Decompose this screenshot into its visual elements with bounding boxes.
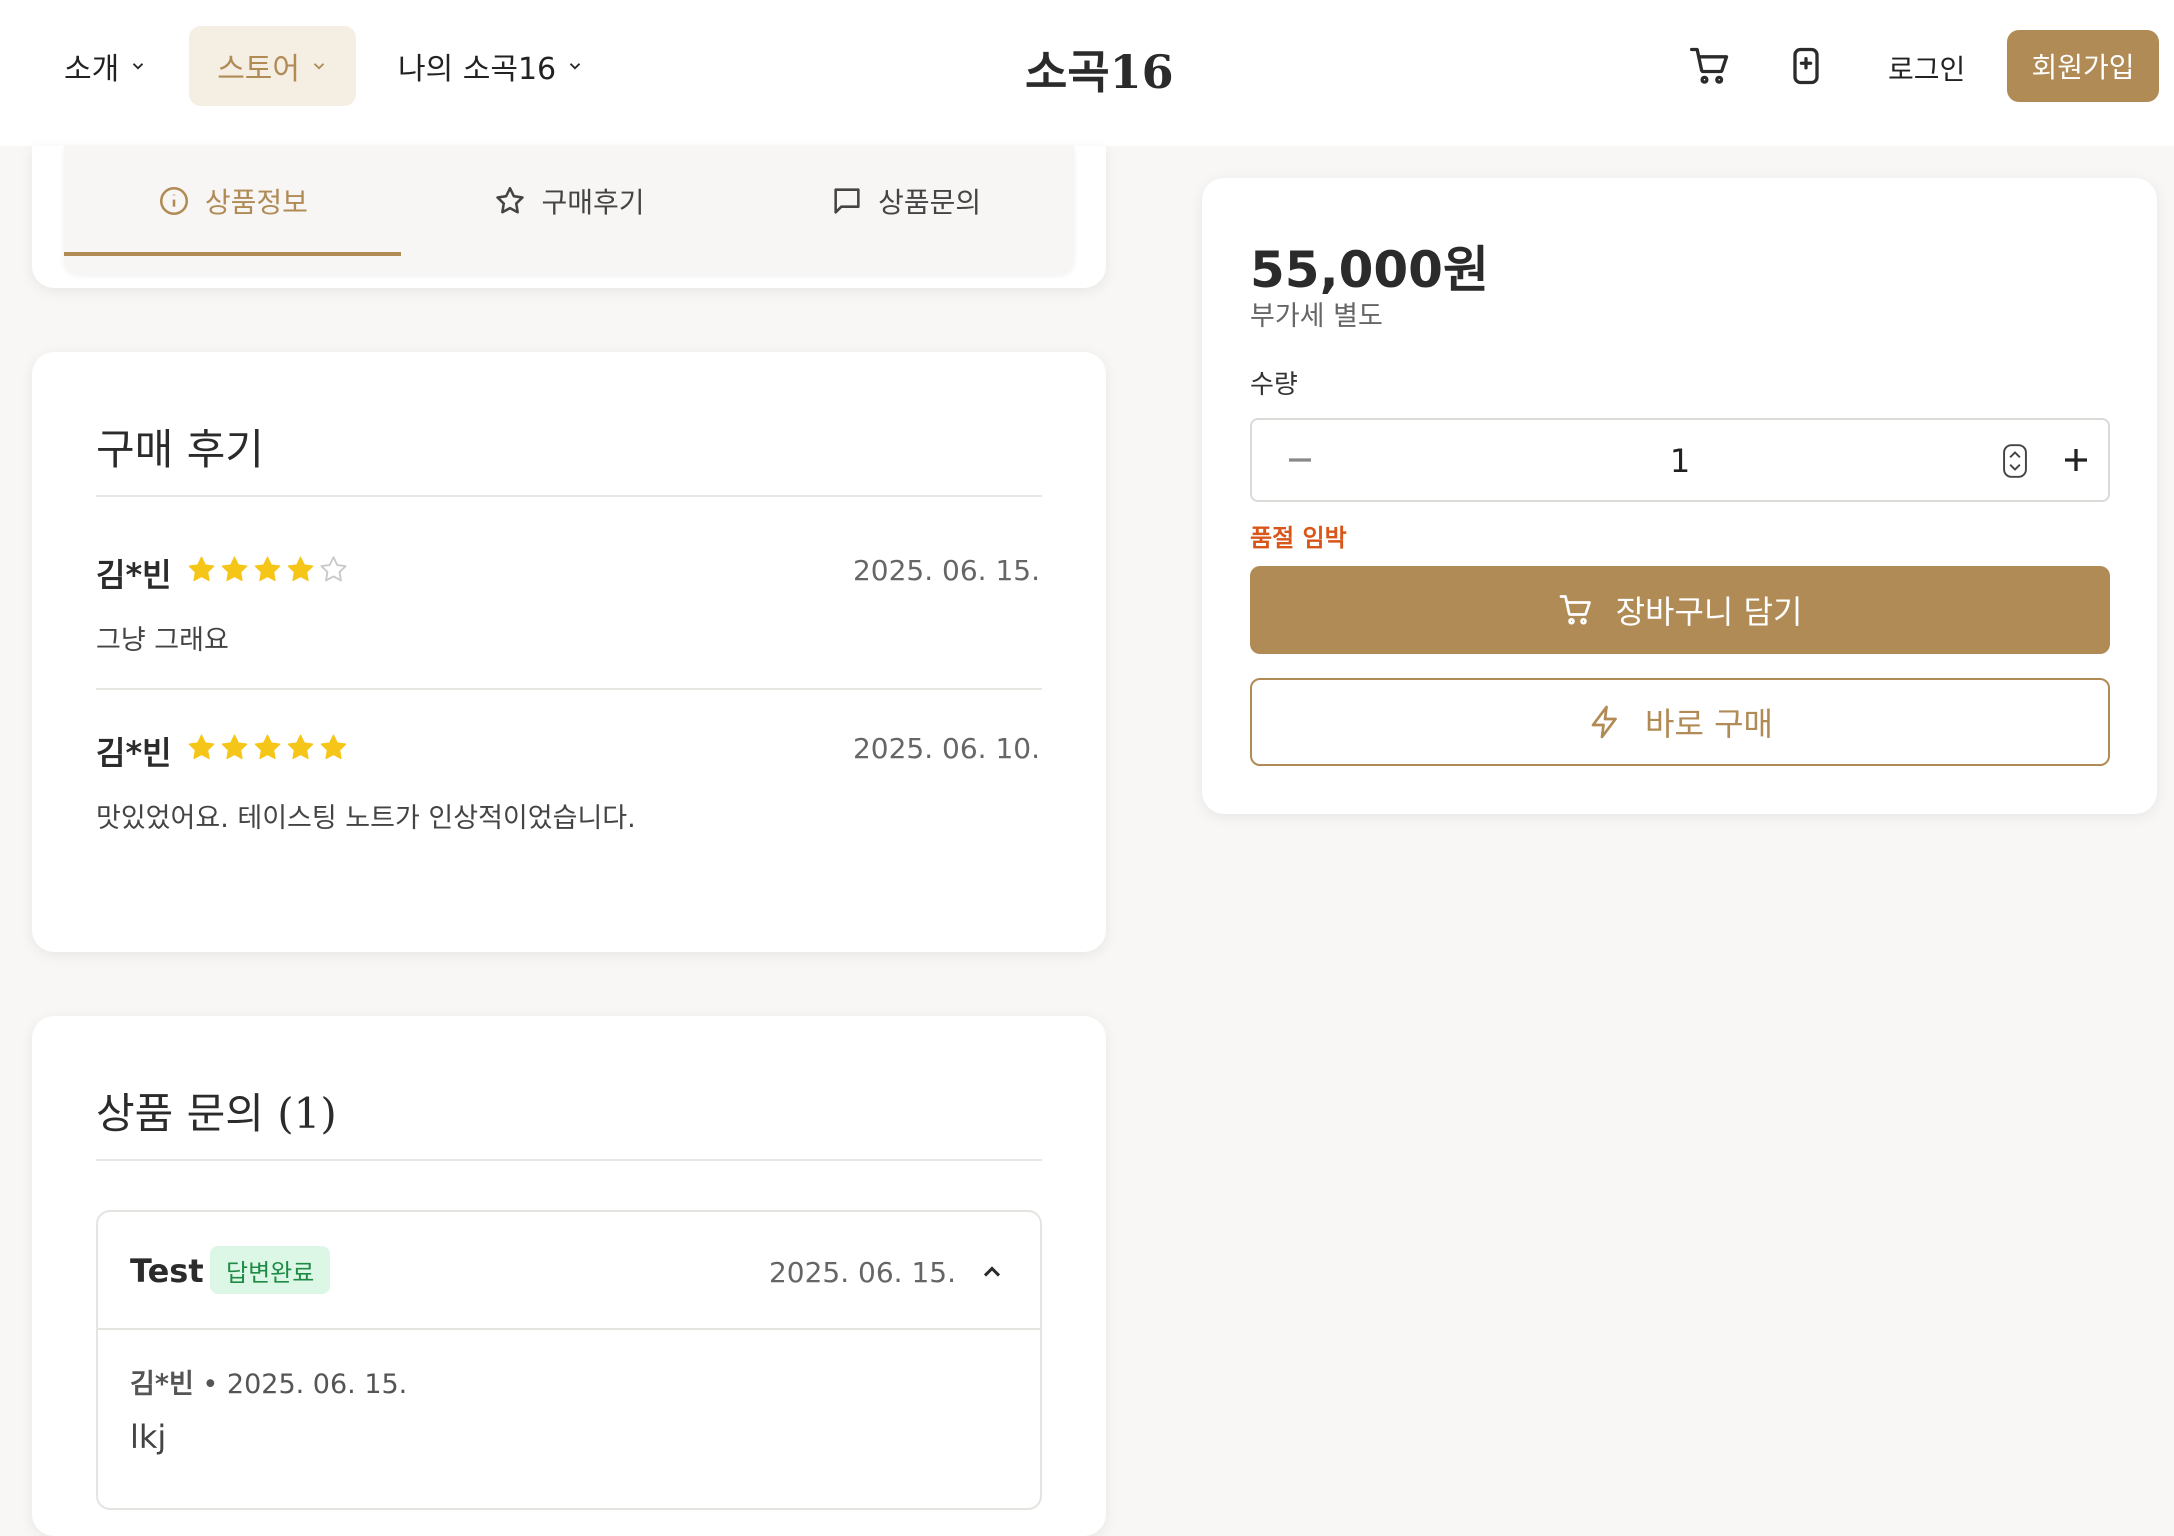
- review-author: 김*빈: [96, 734, 172, 772]
- review-text: 그냥 그래요: [96, 625, 229, 656]
- inquiry-header[interactable]: Test 답변완료 2025. 06. 15.: [98, 1212, 1040, 1330]
- main-nav: 소개 스토어 나의 소곡16: [36, 26, 612, 106]
- review-author: 김*빈: [96, 556, 172, 594]
- tab-product-info[interactable]: 상품정보: [64, 146, 401, 256]
- nav-item-label: 나의 소곡16: [398, 52, 557, 87]
- login-link[interactable]: 로그인: [1888, 48, 1965, 88]
- status-badge: 답변완료: [210, 1246, 331, 1294]
- inquiry-item: Test 답변완료 2025. 06. 15. 김*빈 • 2025. 06. …: [96, 1210, 1042, 1510]
- inquiries-card: 상품 문의 (1) Test 답변완료 2025. 06. 15. 김*빈 • …: [32, 1016, 1106, 1536]
- star-filled-icon: [188, 556, 215, 582]
- star-filled-icon: [287, 734, 314, 760]
- review-date: 2025. 06. 15.: [852, 554, 1040, 587]
- tab-label: 상품문의: [878, 186, 982, 219]
- top-header: 소개 스토어 나의 소곡16 소곡16 로그인 회원가입: [0, 0, 2174, 146]
- star-filled-icon: [254, 556, 281, 582]
- star-rating: [186, 554, 349, 585]
- inquiry-meta-date: 2025. 06. 15.: [226, 1369, 408, 1400]
- cart-icon: [1559, 595, 1591, 625]
- star-outline-icon: [496, 186, 525, 214]
- star-empty-icon: [320, 556, 347, 582]
- chevron-down-icon: [313, 63, 325, 70]
- cart-icon[interactable]: [1688, 44, 1732, 88]
- divider: [96, 495, 1042, 497]
- bottle-icon[interactable]: [1784, 44, 1828, 88]
- spinner-icon[interactable]: [2002, 444, 2028, 478]
- nav-item-intro[interactable]: 소개: [36, 26, 175, 106]
- price: 55,000원: [1250, 241, 1489, 299]
- chevron-up-icon[interactable]: [978, 1258, 1006, 1286]
- quantity-input[interactable]: 1: [1252, 442, 2108, 480]
- tab-reviews[interactable]: 구매후기: [401, 146, 738, 256]
- inquiry-title: Test: [130, 1252, 204, 1290]
- purchase-card: 55,000원 부가세 별도 수량 1 품절 임박 장바구니 담기 바로 구매: [1202, 178, 2157, 814]
- buy-now-button[interactable]: 바로 구매: [1250, 678, 2110, 766]
- tab-label: 상품정보: [204, 186, 308, 219]
- divider: [96, 1159, 1042, 1161]
- chevron-down-icon: [133, 63, 144, 70]
- star-filled-icon: [254, 734, 281, 760]
- meta-separator: •: [202, 1369, 227, 1400]
- button-label: 바로 구매: [1645, 705, 1773, 743]
- star-filled-icon: [188, 734, 215, 760]
- plus-icon[interactable]: [2054, 438, 2098, 482]
- star-rating: [186, 732, 349, 763]
- star-filled-icon: [221, 734, 248, 760]
- brand-logo[interactable]: 소곡16: [1025, 36, 1174, 102]
- inquiry-body: lkj: [130, 1418, 167, 1456]
- divider: [96, 688, 1042, 690]
- star-filled-icon: [221, 556, 248, 582]
- tab-label: 구매후기: [541, 186, 645, 219]
- star-filled-icon: [287, 556, 314, 582]
- review-date: 2025. 06. 10.: [852, 732, 1040, 765]
- nav-item-store[interactable]: 스토어: [189, 26, 357, 106]
- inquiry-meta: 김*빈 • 2025. 06. 15.: [130, 1362, 407, 1401]
- chat-bubble-icon: [834, 188, 860, 214]
- inquiry-date: 2025. 06. 15.: [768, 1256, 956, 1289]
- detail-tabs: 상품정보 구매후기 상품문의: [64, 146, 1074, 274]
- detail-tabs-card: 상품정보 구매후기 상품문의: [32, 146, 1106, 288]
- nav-item-label: 소개: [64, 52, 120, 87]
- reviews-card: 구매 후기 김*빈 2025. 06. 15. 그냥 그래요 김*빈 2025.…: [32, 352, 1106, 952]
- lightning-icon: [1591, 705, 1617, 739]
- review-text: 맛있었어요. 테이스팅 노트가 인상적이었습니다.: [96, 803, 636, 834]
- nav-item-my[interactable]: 나의 소곡16: [370, 26, 612, 106]
- reviews-title: 구매 후기: [96, 425, 264, 474]
- tab-inquiries[interactable]: 상품문의: [737, 146, 1074, 256]
- info-icon: [159, 186, 188, 216]
- vat-note: 부가세 별도: [1250, 301, 1383, 332]
- signup-button[interactable]: 회원가입: [2007, 30, 2159, 102]
- add-to-cart-button[interactable]: 장바구니 담기: [1250, 566, 2110, 654]
- chevron-down-icon: [570, 63, 581, 70]
- star-filled-icon: [320, 734, 347, 760]
- inquiries-title: 상품 문의 (1): [96, 1089, 337, 1138]
- nav-item-label: 스토어: [217, 52, 301, 87]
- quantity-label: 수량: [1250, 370, 1298, 400]
- inquiry-author: 김*빈: [130, 1369, 194, 1400]
- button-label: 장바구니 담기: [1615, 593, 1803, 631]
- stock-notice: 품절 임박: [1250, 524, 1347, 552]
- quantity-stepper: 1: [1250, 418, 2110, 502]
